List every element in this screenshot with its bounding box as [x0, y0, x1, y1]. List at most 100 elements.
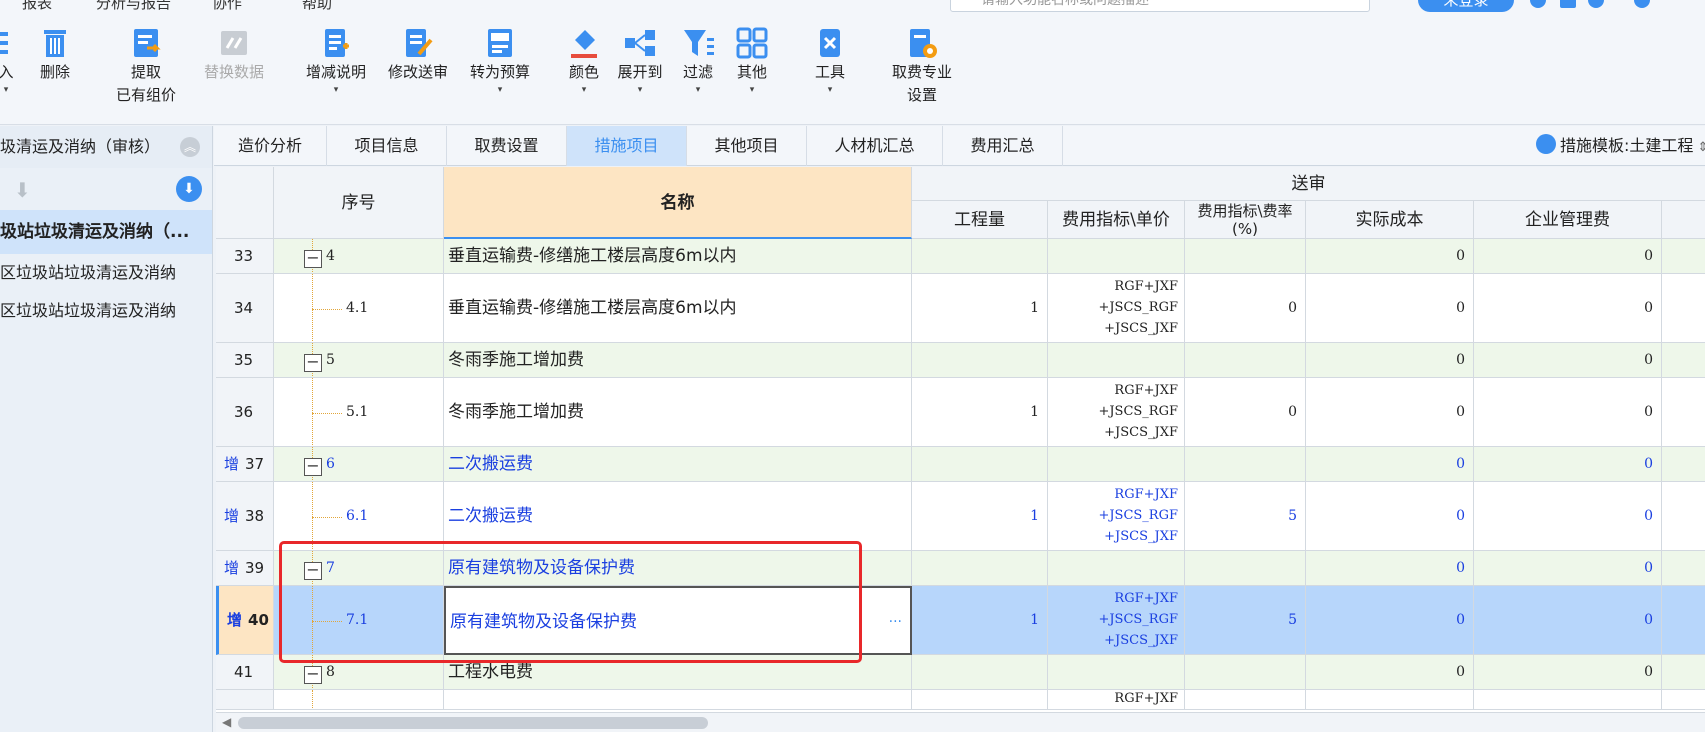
tree-item[interactable]: 区垃圾站垃圾清运及消纳: [0, 254, 212, 292]
row-number[interactable]: 41: [216, 655, 274, 690]
row-number[interactable]: 增 40: [216, 586, 274, 655]
tab-measures[interactable]: 措施项目: [567, 126, 687, 166]
scroll-thumb[interactable]: [238, 717, 708, 729]
unit-price-cell[interactable]: [1048, 239, 1185, 274]
unit-price-cell[interactable]: [1048, 343, 1185, 378]
tab-cost-analysis[interactable]: 造价分析: [214, 126, 327, 166]
help-icon[interactable]: [1588, 0, 1604, 8]
seq-cell[interactable]: 7.1: [274, 586, 444, 655]
unit-price-cell[interactable]: [1048, 655, 1185, 690]
collapse-toggle-icon[interactable]: −: [304, 562, 322, 580]
modify-button[interactable]: 修改送审: [378, 12, 458, 84]
tab-other-items[interactable]: 其他项目: [687, 126, 807, 166]
rate-cell[interactable]: 5: [1185, 482, 1306, 551]
extract-button[interactable]: 提取 已有组价: [106, 12, 186, 106]
replace-data-button[interactable]: 替换数据: [194, 12, 274, 84]
unit-price-cell[interactable]: [1048, 551, 1185, 586]
unit-price-header[interactable]: 费用指标\单价: [1048, 201, 1185, 239]
rate-cell[interactable]: [1185, 239, 1306, 274]
name-cell[interactable]: 原有建筑物及设备保护费 ···: [444, 586, 912, 655]
more-options-icon[interactable]: ···: [889, 588, 902, 653]
expand-to-button[interactable]: 展开到 ▾: [612, 12, 668, 96]
qty-cell[interactable]: 1: [912, 378, 1048, 447]
cost-cell[interactable]: 0: [1306, 239, 1474, 274]
row-number[interactable]: 增 38: [216, 482, 274, 551]
rate-cell[interactable]: [1185, 551, 1306, 586]
info-icon[interactable]: [1634, 0, 1650, 8]
cost-header[interactable]: 实际成本: [1306, 201, 1474, 239]
collapse-toggle-icon[interactable]: −: [304, 666, 322, 684]
row-number[interactable]: 36: [216, 378, 274, 447]
delete-button[interactable]: 删除: [34, 12, 76, 84]
tree-item-selected[interactable]: 圾站垃圾清运及消纳（...: [0, 210, 212, 254]
rate-cell[interactable]: [1185, 447, 1306, 482]
cost-cell[interactable]: 0: [1306, 551, 1474, 586]
cost-cell[interactable]: 0: [1306, 274, 1474, 343]
seq-cell[interactable]: −6: [274, 447, 444, 482]
to-budget-button[interactable]: 转为预算 ▾: [460, 12, 540, 96]
menu-analysis[interactable]: 分析与报告: [96, 0, 171, 12]
refresh-icon[interactable]: [1530, 0, 1546, 8]
name-cell[interactable]: 冬雨季施工增加费: [444, 343, 912, 378]
tab-fee-summary[interactable]: 费用汇总: [943, 126, 1063, 166]
name-cell[interactable]: 二次搬运费: [444, 482, 912, 551]
mgmt-cell[interactable]: 0: [1474, 586, 1662, 655]
cost-cell[interactable]: 0: [1306, 655, 1474, 690]
download-icon[interactable]: ⬇: [176, 176, 202, 202]
seq-cell[interactable]: −4: [274, 239, 444, 274]
mgmt-cell[interactable]: 0: [1474, 239, 1662, 274]
cost-cell[interactable]: 0: [1306, 378, 1474, 447]
name-cell[interactable]: 冬雨季施工增加费: [444, 378, 912, 447]
collapse-toggle-icon[interactable]: −: [304, 458, 322, 476]
row-number[interactable]: 34: [216, 274, 274, 343]
seq-cell[interactable]: −7: [274, 551, 444, 586]
seq-cell[interactable]: −5: [274, 343, 444, 378]
color-button[interactable]: 颜色 ▾: [562, 12, 606, 96]
seq-cell[interactable]: 5.1: [274, 378, 444, 447]
rate-cell[interactable]: 5: [1185, 586, 1306, 655]
name-cell[interactable]: 垂直运输费-修缮施工楼层高度6m以内: [444, 274, 912, 343]
qty-cell[interactable]: [912, 239, 1048, 274]
name-header[interactable]: 名称: [444, 167, 912, 239]
apps-icon[interactable]: [1560, 0, 1576, 8]
other-button[interactable]: 其他 ▾: [728, 12, 776, 96]
qty-cell[interactable]: [912, 655, 1048, 690]
unit-price-cell[interactable]: RGF+JXF +JSCS_RGF +JSCS_JXF: [1048, 586, 1185, 655]
seq-cell[interactable]: 6.1: [274, 482, 444, 551]
fee-setting-button[interactable]: 取费专业 设置: [880, 12, 964, 106]
search-input[interactable]: 请输入功能名称或问题描述: [950, 0, 1370, 12]
adjust-note-button[interactable]: 增减说明 ▾: [296, 12, 376, 96]
row-number[interactable]: 35: [216, 343, 274, 378]
tools-button[interactable]: 工具 ▾: [806, 12, 854, 96]
menu-collab[interactable]: 协作: [212, 0, 242, 12]
import-button[interactable]: 入 ▾: [0, 12, 20, 96]
qty-cell[interactable]: 1: [912, 274, 1048, 343]
rate-cell[interactable]: 0: [1185, 378, 1306, 447]
cost-cell[interactable]: 0: [1306, 586, 1474, 655]
row-number[interactable]: 增 37: [216, 447, 274, 482]
qty-cell[interactable]: [912, 447, 1048, 482]
rate-header[interactable]: 费用指标\费率(%): [1185, 201, 1306, 239]
name-cell[interactable]: 原有建筑物及设备保护费: [444, 551, 912, 586]
mgmt-cell[interactable]: 0: [1474, 343, 1662, 378]
tab-project-info[interactable]: 项目信息: [327, 126, 447, 166]
cost-cell[interactable]: 0: [1306, 343, 1474, 378]
qty-cell[interactable]: [912, 343, 1048, 378]
tab-fee-setting[interactable]: 取费设置: [447, 126, 567, 166]
qty-header[interactable]: 工程量: [912, 201, 1048, 239]
qty-cell[interactable]: 1: [912, 586, 1048, 655]
unit-price-cell[interactable]: RGF+JXF +JSCS_RGF +JSCS_JXF: [1048, 378, 1185, 447]
unit-price-cell[interactable]: RGF+JXF +JSCS_RGF +JSCS_JXF: [1048, 274, 1185, 343]
cost-cell[interactable]: 0: [1306, 482, 1474, 551]
filter-button[interactable]: 过滤 ▾: [676, 12, 720, 96]
row-number[interactable]: 增 39: [216, 551, 274, 586]
collapse-icon[interactable]: ︽: [180, 137, 200, 157]
rate-cell[interactable]: 0: [1185, 274, 1306, 343]
seq-header[interactable]: 序号: [274, 167, 444, 239]
seq-cell[interactable]: −8: [274, 655, 444, 690]
tab-material-summary[interactable]: 人材机汇总: [807, 126, 943, 166]
mgmt-header[interactable]: 企业管理费: [1474, 201, 1662, 239]
name-cell[interactable]: 二次搬运费: [444, 447, 912, 482]
mgmt-cell[interactable]: 0: [1474, 655, 1662, 690]
row-number[interactable]: 33: [216, 239, 274, 274]
